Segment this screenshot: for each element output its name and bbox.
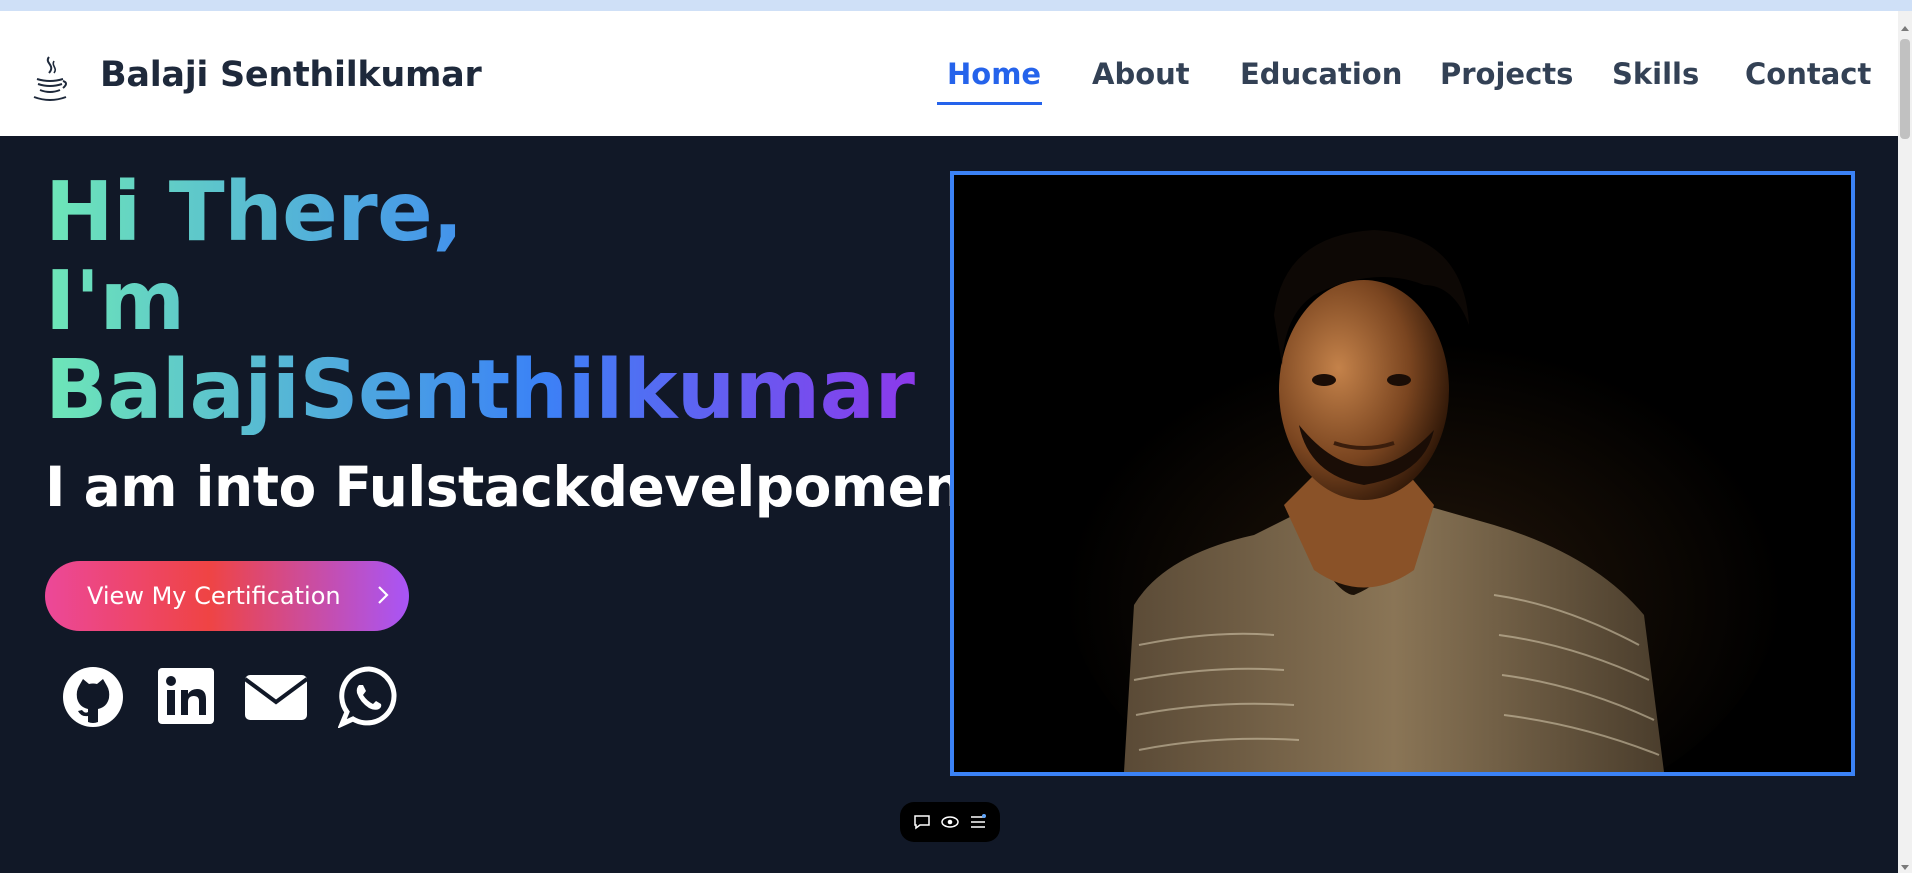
certification-button-label: View My Certification [87, 582, 341, 610]
chevron-right-icon [378, 586, 389, 604]
hero-greeting: Hi There, [45, 165, 463, 260]
nav-education[interactable]: Education [1240, 57, 1402, 91]
scroll-down-arrow-icon[interactable] [1901, 865, 1909, 870]
nav-projects[interactable]: Projects [1440, 57, 1573, 91]
hero-heading: Hi There, I'm BalajiSenthilkumar [45, 168, 945, 435]
page-scrollbar[interactable] [1898, 11, 1912, 873]
hero-im: I'm [45, 254, 185, 349]
nav-home[interactable]: Home [947, 57, 1041, 91]
portrait-photo [950, 171, 1855, 776]
nav-contact[interactable]: Contact [1745, 57, 1871, 91]
hero-subtitle: I am into Fulstackdevelpoment [45, 455, 989, 519]
floating-toolbar [900, 802, 1000, 842]
mail-icon[interactable] [244, 666, 308, 728]
github-icon[interactable] [62, 666, 124, 728]
browser-top-strip [0, 0, 1912, 11]
whatsapp-icon[interactable] [338, 666, 400, 728]
view-certification-button[interactable]: View My Certification [45, 561, 409, 631]
nav-links: Home About Education Projects Skills Con… [0, 57, 1898, 117]
comment-icon[interactable] [912, 812, 932, 832]
nav-skills[interactable]: Skills [1612, 57, 1699, 91]
navbar: Balaji Senthilkumar Home About Education… [0, 11, 1898, 136]
scroll-thumb[interactable] [1900, 39, 1910, 139]
hero-name: BalajiSenthilkumar [45, 343, 915, 438]
active-nav-underline [937, 102, 1042, 105]
linkedin-icon[interactable] [156, 666, 218, 728]
eye-icon[interactable] [940, 812, 960, 832]
scroll-up-arrow-icon[interactable] [1901, 26, 1909, 31]
nav-about[interactable]: About [1092, 57, 1190, 91]
menu-icon[interactable] [968, 812, 988, 832]
